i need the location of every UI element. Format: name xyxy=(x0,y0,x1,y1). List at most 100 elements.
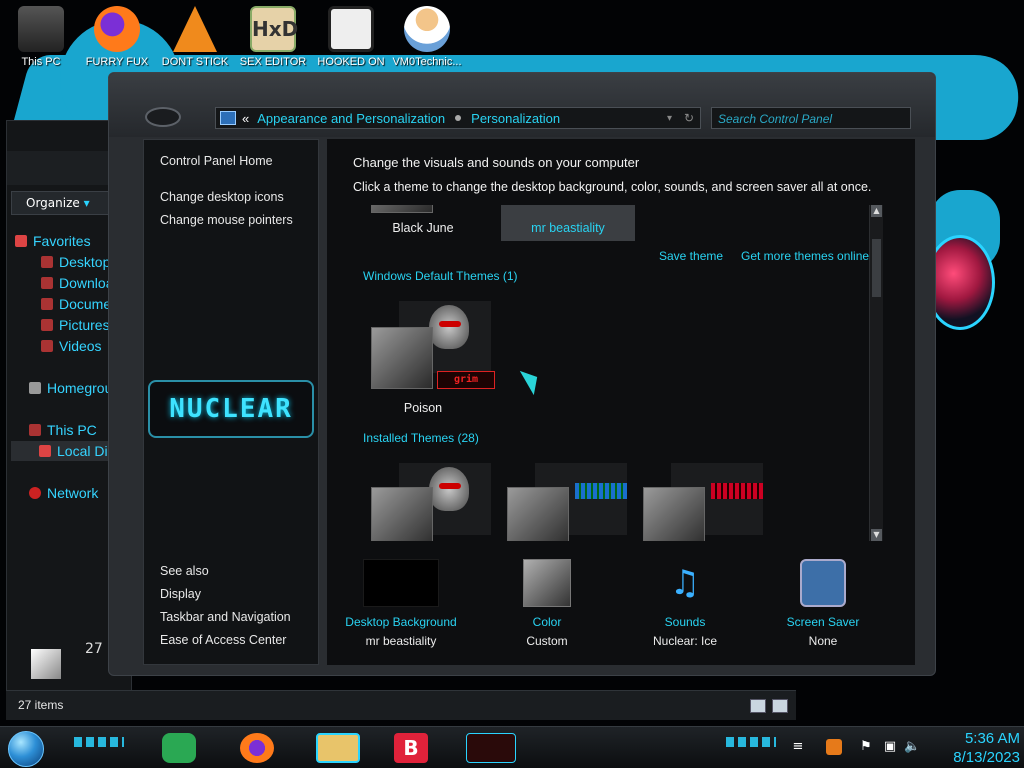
theme-scrollbar[interactable]: ▲ ▼ xyxy=(869,205,883,541)
address-bar[interactable]: « Appearance and Personalization Persona… xyxy=(215,107,701,129)
desktop-icon-vm0technic[interactable]: VM0Technic... xyxy=(388,6,466,68)
desktop-icon-sex-editor[interactable]: HxD SEX EDITOR xyxy=(234,6,312,68)
firefox-icon[interactable] xyxy=(240,733,274,763)
display-link[interactable]: Display xyxy=(160,587,201,601)
doctor-avatar-icon xyxy=(404,6,450,52)
file-thumbnail[interactable] xyxy=(31,649,61,679)
color-value: Custom xyxy=(526,634,568,648)
download-icon xyxy=(41,277,53,289)
theme-preview[interactable] xyxy=(371,205,433,213)
screen-saver-setting[interactable]: Screen Saver None xyxy=(753,559,893,648)
taskbar-navigation-link[interactable]: Taskbar and Navigation xyxy=(160,610,291,624)
brave-icon[interactable]: B xyxy=(394,733,428,763)
homegroup-icon xyxy=(29,382,41,394)
alien-art xyxy=(429,305,469,349)
theme-label-poison[interactable]: Poison xyxy=(373,401,473,415)
spotify-icon[interactable] xyxy=(162,733,196,763)
network-icon[interactable]: ▣ xyxy=(882,739,898,755)
desktop-icon-label: VM0Technic... xyxy=(392,56,462,68)
sounds-setting[interactable]: ♫ Sounds Nuclear: Ice xyxy=(615,559,755,648)
flag-icon[interactable]: ⚑ xyxy=(858,739,874,755)
start-button[interactable] xyxy=(8,731,44,767)
desktop-background-title[interactable]: Desktop Background xyxy=(331,615,471,629)
active-window-icon[interactable] xyxy=(466,733,516,763)
alien-eyes xyxy=(439,321,461,327)
scroll-thumb[interactable] xyxy=(872,239,881,297)
nav-label: Favorites xyxy=(33,233,91,249)
desktop-icon-label: FURRY FUX xyxy=(85,56,149,68)
change-mouse-pointers-link[interactable]: Change mouse pointers xyxy=(160,213,293,227)
nav-label: Network xyxy=(47,485,99,501)
desktop-background-icon xyxy=(363,559,439,607)
refresh-icon[interactable]: ↻ xyxy=(684,111,694,125)
clock-date: 8/13/2023 xyxy=(953,749,1020,766)
nav-label: Pictures xyxy=(59,317,110,333)
main-pane: Change the visuals and sounds on your co… xyxy=(327,139,915,665)
screen-saver-title[interactable]: Screen Saver xyxy=(753,615,893,629)
desktop-icon-furry-fux[interactable]: FURRY FUX xyxy=(78,6,156,68)
sounds-music-icon: ♫ xyxy=(669,563,701,603)
page-heading: Change the visuals and sounds on your co… xyxy=(353,155,640,170)
get-more-themes-link[interactable]: Get more themes online xyxy=(741,249,869,263)
desktop-icon-this-pc[interactable]: This PC xyxy=(2,6,80,68)
desktop-background-setting[interactable]: Desktop Background mr beastiality xyxy=(331,559,471,648)
thumbnail-view-icon[interactable] xyxy=(772,699,788,713)
scroll-up-icon[interactable]: ▲ xyxy=(871,205,882,217)
section-installed-themes: Installed Themes (28) xyxy=(363,431,479,445)
hxd-editor-icon: HxD xyxy=(250,6,298,52)
desktop-icon-label: DONT STICK xyxy=(161,56,229,68)
save-theme-link[interactable]: Save theme xyxy=(659,249,723,263)
back-forward-icon[interactable] xyxy=(145,107,181,127)
breadcrumb-separator-icon xyxy=(455,115,462,121)
explorer-status-bar: 27 items xyxy=(6,690,796,720)
theme-list: Black June mr beastiality Save theme Get… xyxy=(353,205,893,541)
firefox-icon xyxy=(94,6,140,52)
nav-label: Desktop xyxy=(59,254,111,270)
nav-label: This PC xyxy=(47,422,97,438)
taskbar-decoration xyxy=(74,737,124,747)
computer-icon xyxy=(29,424,41,436)
change-desktop-icons-link[interactable]: Change desktop icons xyxy=(160,190,284,204)
theme-label-mr-beastiality[interactable]: mr beastiality xyxy=(501,221,635,235)
left-pane: Control Panel Home Change desktop icons … xyxy=(143,139,319,665)
installed-theme-preview[interactable] xyxy=(371,487,433,541)
desktop-icon-dont-stick[interactable]: DONT STICK xyxy=(156,6,234,68)
file-explorer-icon[interactable] xyxy=(316,733,360,763)
color-setting[interactable]: Color Custom xyxy=(477,559,617,648)
volume-icon[interactable]: 🔈 xyxy=(904,739,920,755)
control-panel-icon xyxy=(220,111,236,125)
breadcrumb-appearance[interactable]: Appearance and Personalization xyxy=(257,111,445,126)
search-input[interactable] xyxy=(712,109,910,129)
desktop-background-value: mr beastiality xyxy=(365,634,437,648)
chevron-down-icon[interactable]: ▾ xyxy=(667,113,672,124)
app-tray-icon[interactable] xyxy=(826,739,842,755)
alien-art xyxy=(429,467,469,511)
control-panel-home-link[interactable]: Control Panel Home xyxy=(160,154,273,168)
desktop-icon-label: HOOKED ON xyxy=(317,56,385,68)
desktop-icon-label: This PC xyxy=(21,56,61,68)
details-view-icon[interactable] xyxy=(750,699,766,713)
sounds-title[interactable]: Sounds xyxy=(615,615,755,629)
desktop-icon xyxy=(41,256,53,268)
search-box[interactable] xyxy=(711,107,911,129)
chevron-down-icon: ▾ xyxy=(83,196,90,210)
theme-label-black-june[interactable]: Black June xyxy=(373,221,473,235)
nav-label: Videos xyxy=(59,338,102,354)
see-also-title: See also xyxy=(160,564,209,578)
theme-poison-preview[interactable] xyxy=(371,327,433,389)
scroll-down-icon[interactable]: ▼ xyxy=(871,529,882,541)
desktop-icon-label: SEX EDITOR xyxy=(239,56,307,68)
ease-of-access-link[interactable]: Ease of Access Center xyxy=(160,633,286,647)
desktop-icon-hooked-on[interactable]: HOOKED ON xyxy=(312,6,390,68)
taskbar: B ≡ ⚑ ▣ 🔈 5:36 AM 8/13/2023 xyxy=(0,726,1024,768)
theme-art xyxy=(575,483,627,499)
color-title[interactable]: Color xyxy=(477,615,617,629)
breadcrumb-personalization[interactable]: Personalization xyxy=(471,111,560,126)
clock[interactable]: 5:36 AM 8/13/2023 xyxy=(932,729,1020,767)
show-hidden-icons-icon[interactable]: ≡ xyxy=(790,739,806,755)
installed-theme-preview[interactable] xyxy=(507,487,569,541)
installed-theme-preview[interactable] xyxy=(643,487,705,541)
network-icon xyxy=(29,487,41,499)
game-icon xyxy=(328,6,374,52)
clock-time: 5:36 AM xyxy=(964,730,1020,747)
